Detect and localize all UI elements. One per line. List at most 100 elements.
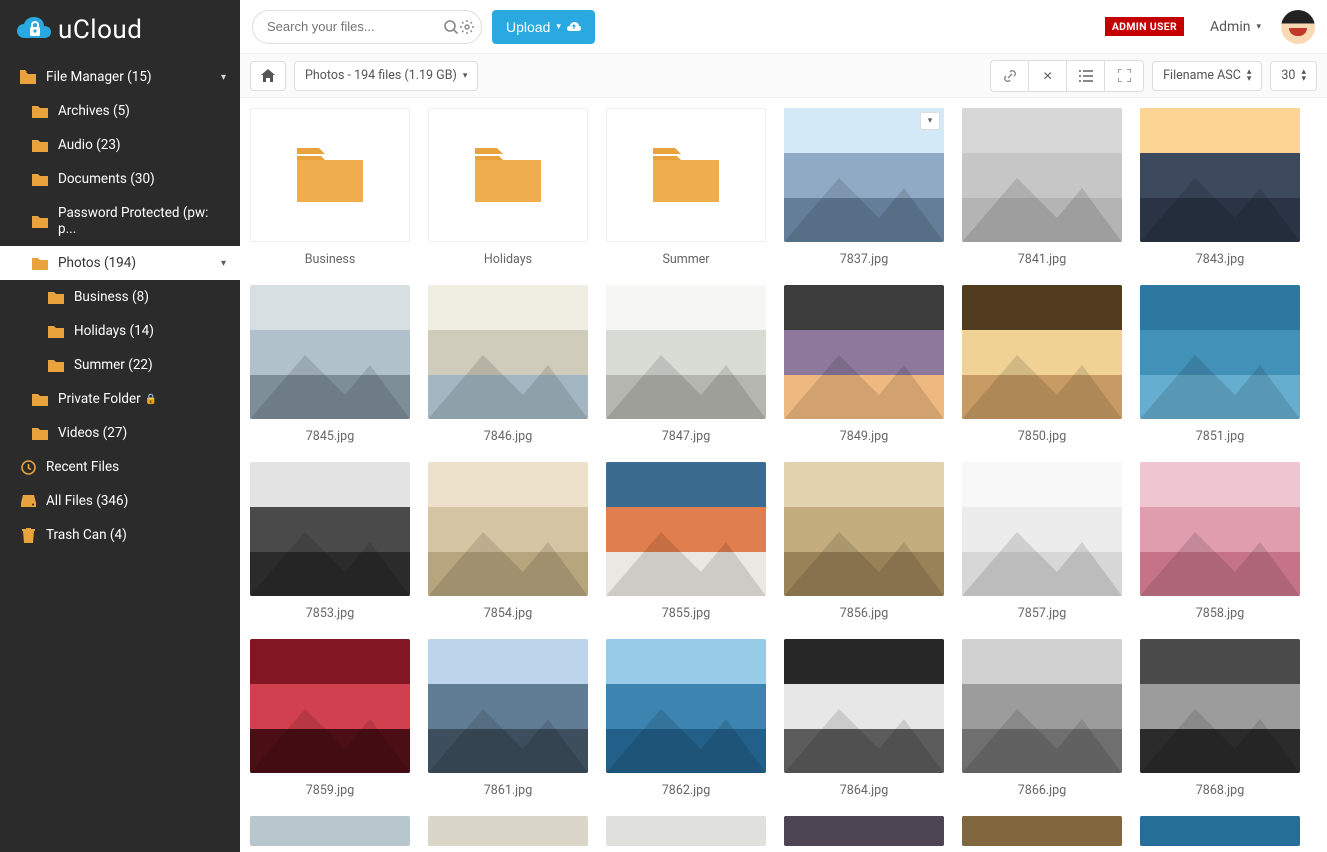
fullscreen-button[interactable]	[1105, 61, 1143, 91]
file-tile[interactable]: 7859.jpg	[250, 639, 410, 798]
tool-group: ✕	[990, 60, 1144, 92]
file-thumb	[1140, 285, 1300, 419]
caret-down-icon: ▾	[556, 21, 561, 32]
gear-icon[interactable]	[459, 14, 475, 40]
folder-icon	[32, 138, 48, 152]
caret-down-icon: ▾	[1256, 22, 1261, 32]
file-tile[interactable]: 7857.jpg	[962, 462, 1122, 621]
chevron-down-icon: ▾	[221, 72, 226, 83]
sidebar-item-summer[interactable]: Summer (22)	[0, 348, 240, 382]
search-input[interactable]	[267, 19, 443, 34]
sidebar-item-archives[interactable]: Archives (5)	[0, 94, 240, 128]
file-tile[interactable]: 7853.jpg	[250, 462, 410, 621]
file-thumb-partial[interactable]	[1140, 816, 1300, 846]
file-label: 7861.jpg	[484, 783, 532, 798]
breadcrumb-home[interactable]	[250, 61, 286, 91]
sidebar-item-private-folder[interactable]: Private Folder 🔒	[0, 382, 240, 416]
sidebar-item-password-protected[interactable]: Password Protected (pw: p...	[0, 196, 240, 246]
file-label: 7856.jpg	[840, 606, 888, 621]
file-thumb-partial[interactable]	[784, 816, 944, 846]
file-thumb-partial[interactable]	[428, 816, 588, 846]
drive-icon	[20, 495, 36, 507]
folder-icon	[32, 172, 48, 186]
search-icon[interactable]	[443, 14, 459, 40]
folder-tile[interactable]: Summer	[606, 108, 766, 267]
file-label: 7853.jpg	[306, 606, 354, 621]
file-tile[interactable]: 7864.jpg	[784, 639, 944, 798]
file-label: 7849.jpg	[840, 429, 888, 444]
file-label: 7847.jpg	[662, 429, 710, 444]
folder-tile[interactable]: Holidays	[428, 108, 588, 267]
sidebar-item-documents[interactable]: Documents (30)	[0, 162, 240, 196]
file-thumb	[250, 285, 410, 419]
home-icon	[261, 69, 275, 82]
expand-icon	[1118, 69, 1131, 82]
brand[interactable]: uCloud	[0, 0, 240, 60]
file-thumb-partial[interactable]	[250, 816, 410, 846]
label: Password Protected (pw: p...	[58, 205, 226, 237]
file-thumb	[606, 639, 766, 773]
file-tile[interactable]: 7854.jpg	[428, 462, 588, 621]
list-view-button[interactable]	[1067, 61, 1105, 91]
upload-button[interactable]: Upload ▾	[492, 10, 595, 44]
file-thumb	[962, 462, 1122, 596]
file-tile[interactable]: 7849.jpg	[784, 285, 944, 444]
folder-icon	[32, 104, 48, 118]
file-tile[interactable]: 7858.jpg	[1140, 462, 1300, 621]
tile-menu-button[interactable]: ▾	[920, 112, 940, 130]
file-tile[interactable]: ▾ 7837.jpg	[784, 108, 944, 267]
file-tile[interactable]: 7861.jpg	[428, 639, 588, 798]
label: Documents (30)	[58, 171, 155, 187]
sort-button[interactable]: Filename ASC ▴▾	[1152, 61, 1262, 91]
folder-icon	[48, 290, 64, 304]
file-label: 7854.jpg	[484, 606, 532, 621]
file-tile[interactable]: 7846.jpg	[428, 285, 588, 444]
file-label: 7868.jpg	[1196, 783, 1244, 798]
sidebar-item-videos[interactable]: Videos (27)	[0, 416, 240, 450]
user-menu[interactable]: Admin ▾	[1210, 19, 1261, 35]
folder-icon	[32, 426, 48, 440]
folder-tile[interactable]: Business	[250, 108, 410, 267]
file-tile[interactable]: 7868.jpg	[1140, 639, 1300, 798]
label: Archives (5)	[58, 103, 130, 119]
file-tile[interactable]: 7862.jpg	[606, 639, 766, 798]
link-button[interactable]	[991, 61, 1029, 91]
folder-thumb	[428, 108, 588, 242]
sidebar-item-file-manager[interactable]: File Manager (15) ▾	[0, 60, 240, 94]
file-label: 7846.jpg	[484, 429, 532, 444]
sidebar-item-business[interactable]: Business (8)	[0, 280, 240, 314]
file-tile[interactable]: 7851.jpg	[1140, 285, 1300, 444]
file-thumb-partial[interactable]	[962, 816, 1122, 846]
sidebar-item-all-files[interactable]: All Files (346)	[0, 484, 240, 518]
label: Recent Files	[46, 459, 119, 475]
admin-badge: ADMIN USER	[1105, 17, 1184, 36]
sidebar-item-audio[interactable]: Audio (23)	[0, 128, 240, 162]
user-name: Admin	[1210, 19, 1250, 35]
sidebar-item-holidays[interactable]: Holidays (14)	[0, 314, 240, 348]
label: Holidays (14)	[74, 323, 154, 339]
sidebar-item-trash[interactable]: Trash Can (4)	[0, 518, 240, 552]
sidebar-item-photos[interactable]: Photos (194) ▾	[0, 246, 240, 280]
file-grid: Business Holidays Summer ▾ 7837.jpg 7841…	[250, 108, 1317, 798]
file-thumb-partial[interactable]	[606, 816, 766, 846]
file-tile[interactable]: 7843.jpg	[1140, 108, 1300, 267]
file-label: 7843.jpg	[1196, 252, 1244, 267]
avatar[interactable]	[1281, 10, 1315, 44]
sidebar-item-recent[interactable]: Recent Files	[0, 450, 240, 484]
file-tile[interactable]: 7845.jpg	[250, 285, 410, 444]
per-page-button[interactable]: 30 ▴▾	[1270, 61, 1317, 91]
file-thumb	[784, 462, 944, 596]
breadcrumb-current[interactable]: Photos - 194 files (1.19 GB) ▾	[294, 61, 478, 91]
file-tile[interactable]: 7866.jpg	[962, 639, 1122, 798]
label: Photos (194)	[58, 255, 136, 271]
file-tile[interactable]: 7856.jpg	[784, 462, 944, 621]
brand-text: uCloud	[58, 15, 142, 45]
file-tile[interactable]: 7850.jpg	[962, 285, 1122, 444]
file-tile[interactable]: 7841.jpg	[962, 108, 1122, 267]
file-tile[interactable]: 7855.jpg	[606, 462, 766, 621]
label: All Files (346)	[46, 493, 128, 509]
file-tile[interactable]: 7847.jpg	[606, 285, 766, 444]
label: Audio (23)	[58, 137, 121, 153]
file-label: 7845.jpg	[306, 429, 354, 444]
close-button[interactable]: ✕	[1029, 61, 1067, 91]
